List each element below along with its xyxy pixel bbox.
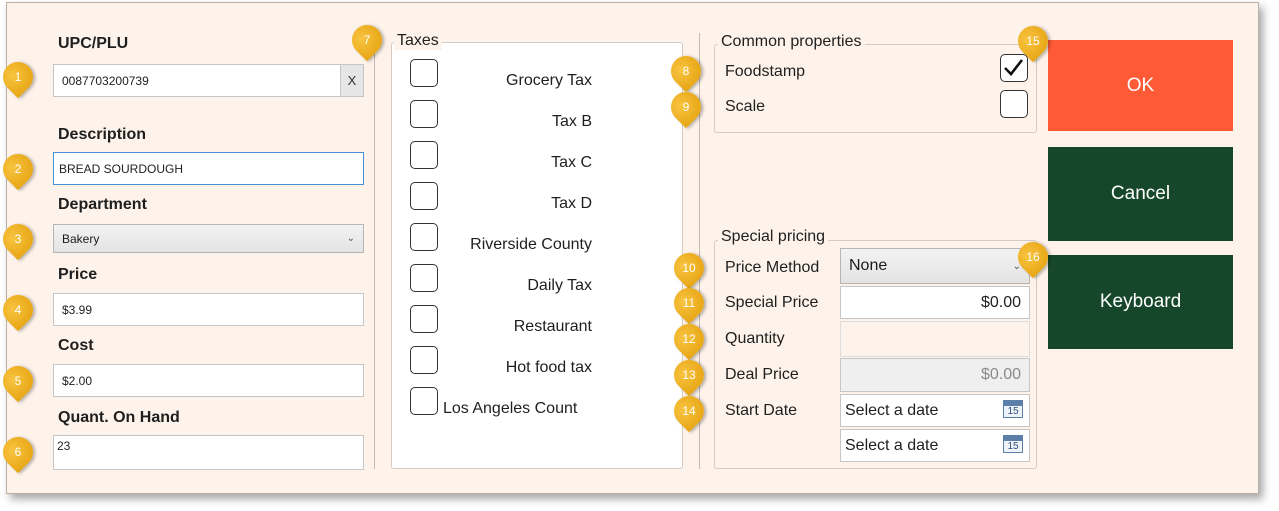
department-label: Department (58, 196, 147, 213)
start-date-label: Start Date (725, 402, 798, 419)
tax-label: Hot food tax (505, 359, 592, 376)
callout-number: 6 (14, 445, 22, 459)
upc-input[interactable]: 0087703200739 (53, 64, 343, 97)
callout-number: 16 (1026, 250, 1040, 264)
callout-number: 5 (14, 374, 22, 388)
start-date-picker[interactable]: Select a date 15 (840, 394, 1030, 427)
callout-number: 4 (14, 303, 22, 317)
tax-checkbox[interactable] (410, 141, 438, 169)
callout-number: 8 (682, 64, 690, 78)
qoh-input[interactable]: 23 (53, 435, 364, 470)
qoh-label: Quant. On Hand (58, 409, 180, 426)
price-input[interactable]: $3.99 (53, 293, 364, 326)
tax-label: Riverside County (470, 236, 592, 253)
tax-checkbox[interactable] (410, 305, 438, 333)
callout-badge: 8 (664, 49, 708, 93)
cost-label: Cost (58, 337, 94, 354)
callout-number: 14 (682, 404, 696, 418)
price-method-select[interactable]: None ⌄ (840, 248, 1030, 284)
divider-left (374, 33, 375, 469)
chevron-down-icon: ⌄ (346, 233, 355, 244)
tax-checkbox[interactable] (410, 59, 438, 87)
special-price-label: Special Price (725, 294, 819, 311)
description-input[interactable]: BREAD SOURDOUGH (53, 152, 364, 185)
tax-label: Tax B (551, 113, 592, 130)
start-date-placeholder: Select a date (845, 401, 939, 419)
callout-badge: 14 (667, 389, 711, 433)
callout-number: 11 (682, 296, 696, 310)
tax-label: Los Angeles Count (443, 400, 578, 417)
callout-badge: 11 (667, 281, 711, 325)
tax-checkbox[interactable] (410, 100, 438, 128)
price-method-value: None (849, 257, 888, 274)
callout-badge: 15 (1011, 19, 1055, 63)
tax-checkbox[interactable] (410, 182, 438, 210)
tax-label: Grocery Tax (506, 72, 592, 89)
callout-number: 1 (14, 70, 22, 84)
callout-number: 3 (14, 232, 22, 246)
cost-input[interactable]: $2.00 (53, 364, 364, 397)
callout-number: 10 (682, 261, 696, 275)
tax-label: Tax D (551, 195, 592, 212)
foodstamp-checkbox[interactable] (1000, 54, 1028, 82)
taxes-title: Taxes (394, 32, 442, 50)
scale-checkbox[interactable] (1000, 90, 1028, 118)
callout-badge: 7 (345, 18, 389, 62)
tax-checkbox[interactable] (410, 223, 438, 251)
callout-number: 9 (682, 100, 690, 114)
tax-label: Restaurant (513, 318, 592, 335)
callout-badge: 13 (667, 353, 711, 397)
common-properties-title: Common properties (718, 33, 865, 51)
end-date-placeholder: Select a date (845, 436, 939, 454)
end-date-picker[interactable]: Select a date 15 (840, 429, 1030, 462)
special-price-input[interactable]: $0.00 (840, 286, 1030, 319)
upc-label: UPC/PLU (58, 35, 129, 52)
callout-badge: 12 (667, 317, 711, 361)
cancel-button[interactable]: Cancel (1048, 147, 1233, 241)
department-value: Bakery (62, 231, 100, 246)
description-label: Description (58, 126, 147, 143)
special-pricing-title: Special pricing (718, 228, 829, 246)
department-select[interactable]: Bakery ⌄ (53, 224, 364, 253)
callout-number: 7 (363, 33, 371, 47)
scale-label: Scale (725, 98, 766, 115)
callout-badge: 10 (667, 246, 711, 290)
keyboard-button[interactable]: Keyboard (1048, 255, 1233, 349)
foodstamp-label: Foodstamp (725, 63, 806, 80)
calendar-icon[interactable]: 15 (1003, 435, 1023, 453)
tax-checkbox[interactable] (410, 264, 438, 292)
callout-number: 12 (682, 332, 696, 346)
tax-checkbox[interactable] (410, 346, 438, 374)
callout-badge: 16 (1011, 235, 1055, 279)
price-method-label: Price Method (725, 259, 820, 276)
tax-label: Daily Tax (527, 277, 592, 294)
tax-checkbox[interactable] (410, 387, 438, 415)
callout-badge: 9 (664, 85, 708, 129)
quantity-label: Quantity (725, 330, 785, 347)
price-label: Price (58, 266, 98, 283)
deal-price-input[interactable]: $0.00 (840, 358, 1030, 392)
item-edit-dialog: UPC/PLU 0087703200739 X Description BREA… (6, 2, 1259, 494)
upc-clear-button[interactable]: X (340, 64, 364, 97)
deal-price-label: Deal Price (725, 366, 799, 383)
quantity-input[interactable] (840, 321, 1030, 357)
checkmark-icon (1004, 59, 1024, 76)
common-properties-group (714, 44, 1037, 133)
ok-button[interactable]: OK (1048, 40, 1233, 131)
tax-label: Tax C (551, 154, 592, 171)
callout-number: 2 (14, 162, 22, 176)
callout-number: 13 (682, 368, 696, 382)
calendar-icon[interactable]: 15 (1003, 400, 1023, 418)
callout-number: 15 (1026, 34, 1040, 48)
